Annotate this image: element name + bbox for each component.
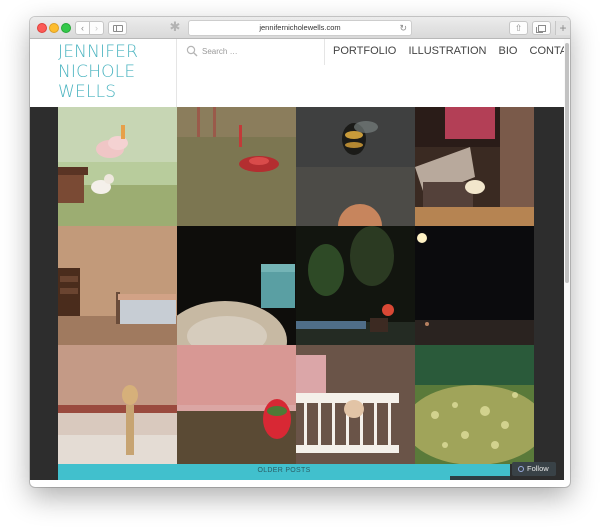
site-title-line: JENNIFER	[58, 42, 139, 62]
photo-tile-rock-and-mug[interactable]	[177, 226, 296, 345]
scrollbar-thumb[interactable]	[565, 43, 569, 283]
share-button[interactable]: ⇧	[509, 21, 528, 35]
url-text: jennifernicholewells.com	[259, 23, 341, 32]
tabs-icon	[536, 25, 546, 33]
plus-icon: +	[559, 21, 567, 35]
nav-item-bio[interactable]: BIO	[499, 45, 518, 57]
photo-tile-yellow-beads[interactable]	[415, 345, 534, 464]
follow-button[interactable]: Follow	[512, 462, 556, 476]
photo-tile-dollhouse-bedroom[interactable]	[58, 226, 177, 345]
browser-window: ‹ › ✱ jennifernicholewells.com ↻ ⇧ + JEN…	[30, 17, 570, 487]
close-window-button[interactable]	[37, 23, 47, 33]
browser-toolbar: ‹ › ✱ jennifernicholewells.com ↻ ⇧ +	[30, 17, 570, 39]
zoom-window-button[interactable]	[61, 23, 71, 33]
new-tab-button[interactable]: +	[555, 21, 570, 35]
older-posts-button[interactable]: OLDER POSTS	[58, 464, 510, 480]
chevron-right-icon: ›	[95, 23, 98, 33]
photo-tile-red-toy-spinner[interactable]	[177, 107, 296, 226]
photo-tile-bee-on-gravel[interactable]	[296, 107, 415, 226]
site-title-line: WELLS	[58, 82, 117, 102]
show-tabs-button[interactable]	[532, 21, 551, 35]
nav-divider	[324, 39, 325, 65]
header-divider	[176, 39, 177, 107]
minimize-window-button[interactable]	[49, 23, 59, 33]
nav-item-portfolio[interactable]: PORTFOLIO	[333, 45, 396, 57]
site-header: JENNIFER NICHOLE WELLS PORTFOLIO ILLUSTR…	[30, 39, 570, 107]
photo-tile-house-at-night[interactable]	[415, 107, 534, 226]
photo-tile-baby-crib[interactable]	[296, 345, 415, 464]
search-input[interactable]	[202, 43, 312, 59]
back-button[interactable]: ‹	[75, 21, 90, 35]
share-icon: ⇧	[514, 23, 523, 33]
chevron-left-icon: ‹	[81, 23, 84, 33]
extension-icon[interactable]: ✱	[168, 20, 182, 34]
sidebar-icon	[113, 25, 123, 32]
photo-tile-toy-poodle-cloud[interactable]	[58, 107, 177, 226]
search-icon	[186, 45, 198, 57]
photo-tile-figurine-at-shelves[interactable]	[58, 345, 177, 464]
older-posts-label: OLDER POSTS	[257, 467, 311, 474]
nav-item-illustration[interactable]: ILLUSTRATION	[408, 45, 486, 57]
follow-label: Follow	[527, 464, 549, 473]
site-title[interactable]: JENNIFER NICHOLE WELLS	[58, 42, 168, 102]
reload-icon[interactable]: ↻	[399, 21, 407, 35]
wordpress-icon	[518, 466, 524, 472]
photo-tile-figure-by-pool[interactable]	[296, 226, 415, 345]
photo-tile-night-lamp-figure[interactable]	[415, 226, 534, 345]
address-bar[interactable]: jennifernicholewells.com ↻	[188, 20, 412, 36]
site-title-line: NICHOLE	[58, 62, 136, 82]
photo-grid	[58, 107, 534, 465]
footer-strip	[450, 476, 510, 480]
photo-tile-strawberry-on-pink[interactable]	[177, 345, 296, 464]
main-nav: PORTFOLIO ILLUSTRATION BIO CONTACT	[333, 45, 570, 57]
sidebar-toggle-button[interactable]	[108, 21, 127, 35]
forward-button[interactable]: ›	[89, 21, 104, 35]
